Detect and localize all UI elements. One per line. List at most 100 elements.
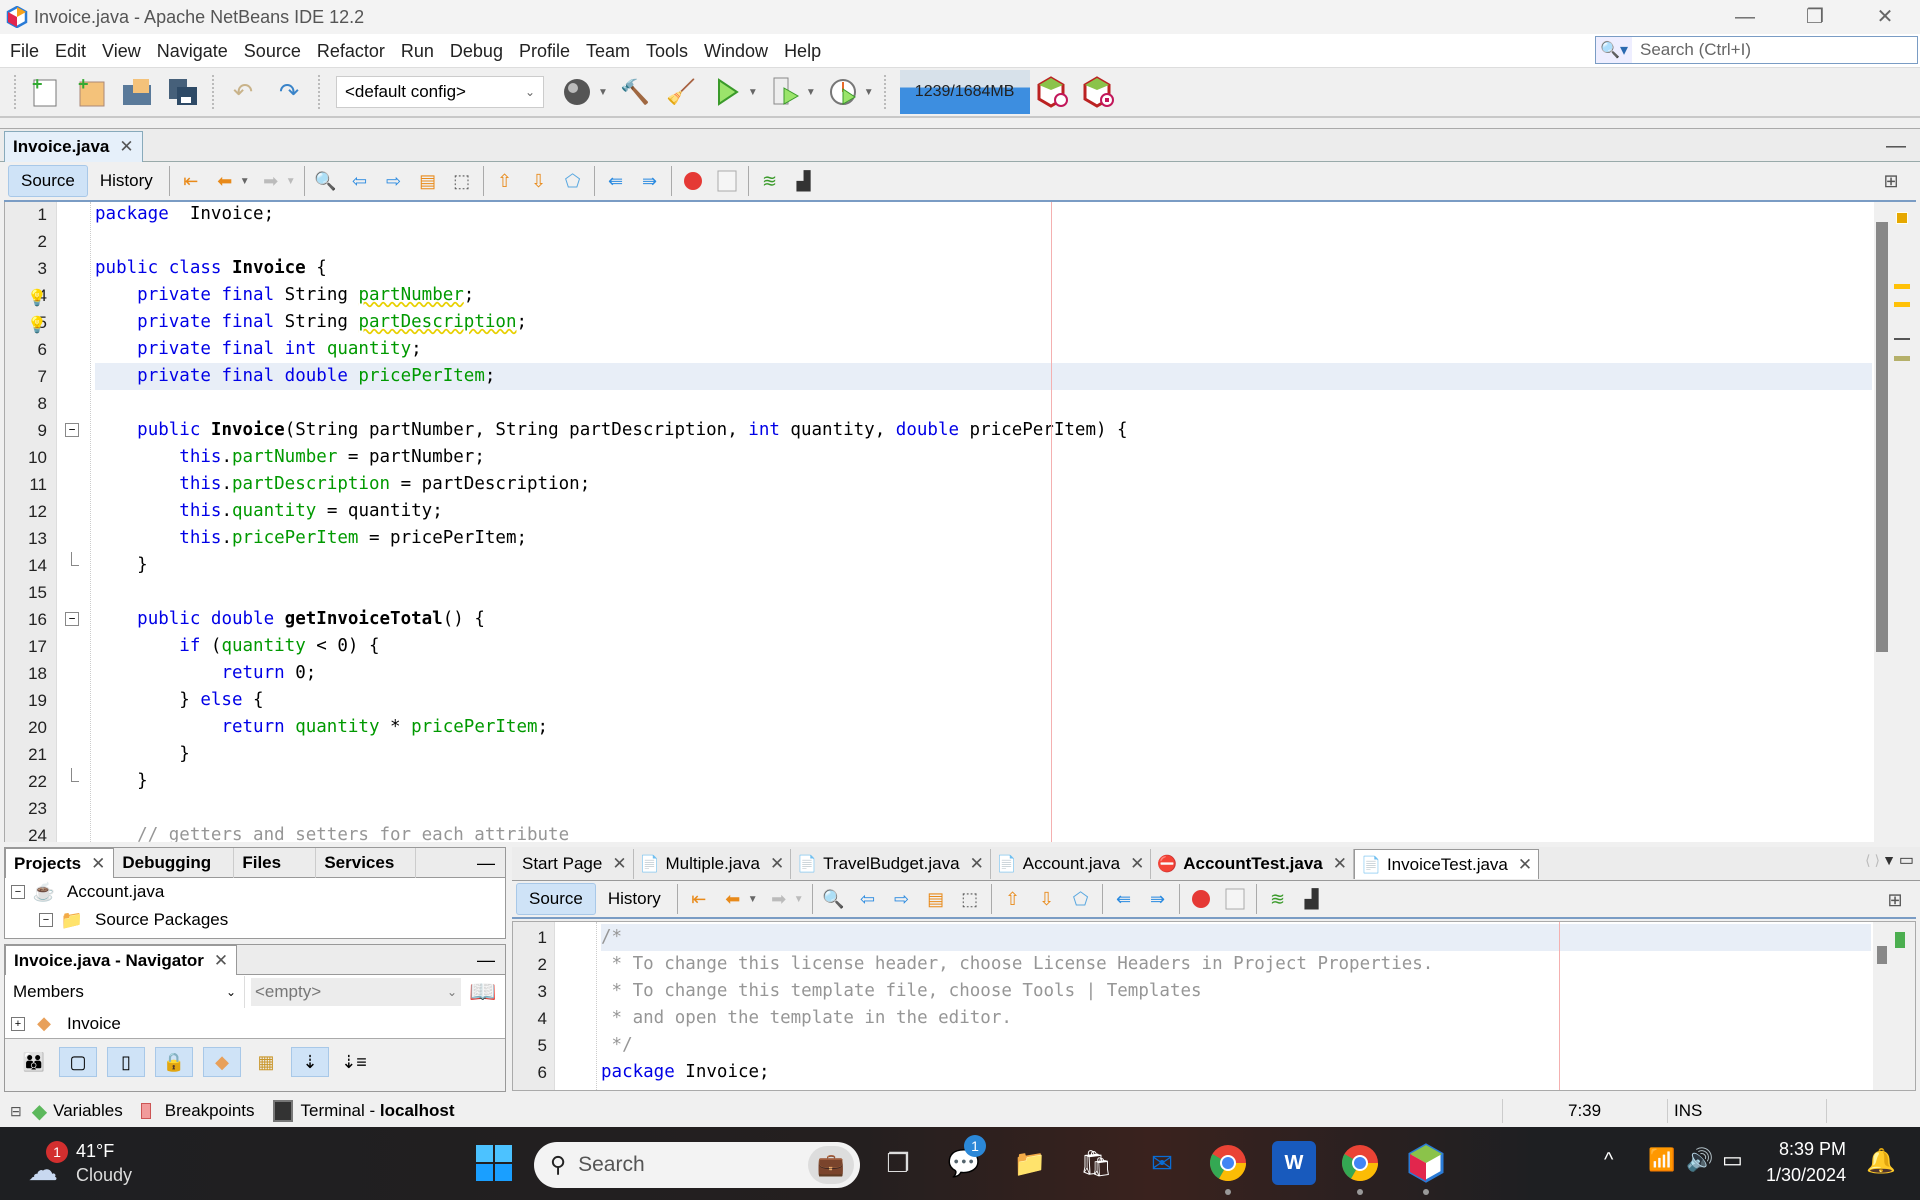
output-toggle-icon[interactable]: ⊟ [10,1103,22,1120]
toggle-highlight-icon[interactable]: ▤ [921,884,951,914]
new-project-icon[interactable]: + [73,74,109,110]
close-tab-icon[interactable]: ✕ [119,137,133,157]
previous-bookmark-icon[interactable]: ⇧ [998,884,1028,914]
tab-invoice-java[interactable]: Invoice.java ✕ [4,131,143,162]
code-line[interactable]: 1 package Invoice; [5,202,1916,228]
shift-left-icon[interactable]: ⇚ [1109,884,1139,914]
tab-invoicetest-java[interactable]: 📄 InvoiceTest.java ✕ [1354,849,1540,879]
close-tab-icon[interactable]: ✕ [770,854,784,874]
redo-icon[interactable]: ↷ [271,74,307,110]
fqn-icon[interactable]: ▦ [251,1047,281,1077]
chrome-profile-k-icon[interactable] [1206,1141,1250,1185]
menu-navigate[interactable]: Navigate [149,34,236,68]
dropdown-arrow-icon[interactable]: ▼ [598,87,608,98]
show-fields-icon[interactable]: ▢ [59,1047,97,1077]
breakpoints-tab[interactable]: Breakpoints [165,1101,255,1121]
minimize-panel-icon[interactable]: — [477,945,495,974]
start-macro-icon[interactable] [678,166,708,196]
menu-source[interactable]: Source [236,34,309,68]
code-line[interactable]: 13 this.pricePerItem = pricePerItem; [5,525,1916,552]
open-project-icon[interactable] [119,74,155,110]
build-hammer-icon[interactable]: 🔨 [617,74,653,110]
code-line[interactable]: 17 if (quantity < 0) { [5,633,1916,660]
microsoft-store-icon[interactable]: 🛍 [1074,1141,1118,1185]
menu-window[interactable]: Window [696,34,776,68]
close-tab-icon[interactable]: ✕ [214,951,228,971]
debug-icon[interactable] [767,74,803,110]
battery-icon[interactable]: ▭ [1722,1147,1743,1173]
volume-icon[interactable]: 🔊 [1686,1147,1713,1173]
code-line[interactable]: 1 /* [513,924,1915,951]
menu-file[interactable]: File [0,34,47,68]
code-line[interactable]: 19 } else { [5,687,1916,714]
show-hidden-icons[interactable]: ^ [1604,1149,1613,1172]
config-select[interactable]: <default config> ⌄ [336,76,544,108]
code-line[interactable]: 6 private final int quantity; [5,336,1916,363]
javadoc-icon[interactable]: 📖 [469,979,496,1005]
collapse-icon[interactable]: − [11,885,25,899]
show-non-public-icon[interactable]: 🔒 [155,1047,193,1077]
save-all-icon[interactable] [165,74,201,110]
code-line[interactable]: 23 [5,795,1916,822]
warning-status-icon[interactable] [1896,212,1908,224]
vertical-scrollbar[interactable] [1876,222,1888,652]
fold-collapse-icon[interactable]: − [65,612,79,626]
sort-alpha-icon[interactable]: ⇣ [291,1047,329,1077]
toggle-highlight-icon[interactable]: ▤ [413,166,443,196]
search-input[interactable]: Search (Ctrl+I) [1640,40,1751,60]
close-tab-icon[interactable]: ✕ [1130,854,1144,874]
toggle-bookmark-icon[interactable]: ⬠ [1066,884,1096,914]
shift-right-icon[interactable]: ⇛ [635,166,665,196]
globe-icon[interactable] [559,74,595,110]
find-previous-icon[interactable]: ⇦ [345,166,375,196]
minimize-panel-icon[interactable]: — [477,848,495,877]
occurrence-mark[interactable] [1894,356,1910,361]
dropdown-arrow-icon[interactable]: ▼ [240,176,250,187]
last-edit-icon[interactable]: ⇤ [684,884,714,914]
variables-tab[interactable]: Variables [53,1101,123,1121]
profile-icon[interactable] [825,74,861,110]
start-button[interactable] [472,1141,516,1185]
tab-start-page[interactable]: Start Page ✕ [516,849,634,879]
toggle-bookmark-icon[interactable]: ⬠ [558,166,588,196]
expand-icon[interactable]: + [11,1016,25,1031]
previous-bookmark-icon[interactable]: ⇧ [490,166,520,196]
code-line[interactable]: 9 − public Invoice(String partNumber, Str… [5,417,1916,444]
tree-item-source-packages[interactable]: − 📁 Source Packages [5,906,505,934]
code-line[interactable]: 16 − public double getInvoiceTotal() { [5,606,1916,633]
tree-item-invoice-class[interactable]: + ◆ Invoice [5,1009,505,1039]
menu-profile[interactable]: Profile [511,34,578,68]
comment-icon[interactable]: ≋ [755,166,785,196]
file-explorer-icon[interactable]: 📁 [1008,1141,1052,1185]
tab-navigator[interactable]: Invoice.java - Navigator ✕ [5,945,238,975]
back-icon[interactable]: ⬅ [718,884,748,914]
memory-indicator[interactable]: 1239/1684MB [899,70,1030,114]
code-line[interactable]: 24 // getters and setters for each attri… [5,822,1916,842]
history-button[interactable]: History [88,165,165,197]
menu-run[interactable]: Run [393,34,442,68]
tab-projects[interactable]: Projects ✕ [5,848,115,878]
notifications-icon[interactable]: 🔔 [1866,1147,1896,1176]
find-icon[interactable]: 🔍 [819,884,849,914]
wifi-icon[interactable]: 📶 [1648,1147,1675,1173]
scroll-tabs-icon[interactable]: ⟨ ⟩ [1865,852,1880,869]
stop-macro-icon[interactable] [712,166,742,196]
split-editor-icon[interactable]: ⊞ [1880,885,1910,915]
shift-right-icon[interactable]: ⇛ [1143,884,1173,914]
taskbar-search[interactable]: ⚲ Search 💼 [534,1142,860,1188]
last-edit-icon[interactable]: ⇤ [176,166,206,196]
code-line[interactable]: 15 [5,579,1916,606]
close-tab-icon[interactable]: ✕ [970,854,984,874]
code-line[interactable]: 5 */ [513,1032,1915,1059]
code-line[interactable]: 8 [5,390,1916,417]
terminal-tab[interactable]: Terminal - localhost [301,1101,455,1121]
dropdown-arrow-icon[interactable]: ▼ [864,87,874,98]
close-tab-icon[interactable]: ✕ [91,854,105,874]
code-line[interactable]: 7 private final double pricePerItem; [5,363,1916,390]
shift-left-icon[interactable]: ⇚ [601,166,631,196]
clock-date[interactable]: 1/30/2024 [1766,1165,1846,1186]
dropdown-arrow-icon[interactable]: ▼ [806,87,816,98]
tab-account-java[interactable]: 📄 Account.java ✕ [990,849,1152,879]
next-bookmark-icon[interactable]: ⇩ [524,166,554,196]
back-icon[interactable]: ⬅ [210,166,240,196]
